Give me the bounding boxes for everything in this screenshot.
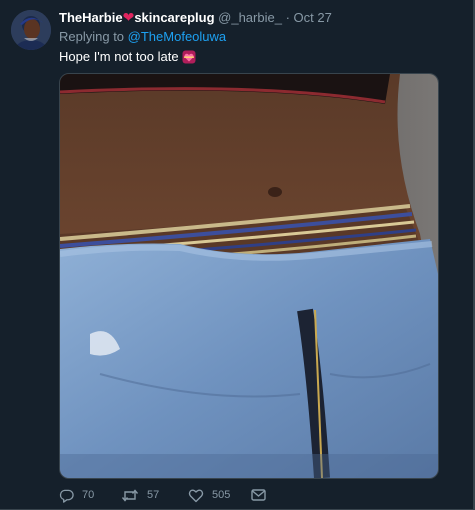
tweet-photo[interactable] <box>59 73 439 479</box>
tweet-header: TheHarbie❤skincareplug @_harbie_ · Oct 2… <box>59 9 332 26</box>
display-name-part-2: skincareplug <box>134 10 215 25</box>
display-name-part-1: TheHarbie <box>59 10 123 25</box>
heart-ribbon-emoji-icon <box>182 50 196 68</box>
handle[interactable]: @_harbie_ <box>218 10 282 25</box>
like-count: 505 <box>212 489 231 501</box>
tweet-text-body: Hope I'm not too late <box>59 49 179 64</box>
replying-to: Replying to @TheMofeoluwa <box>59 29 226 45</box>
retweet-icon <box>121 488 139 502</box>
reply-count: 70 <box>82 489 95 501</box>
retweet-count: 57 <box>147 489 160 501</box>
tweet-date[interactable]: Oct 27 <box>294 10 332 25</box>
avatar[interactable] <box>11 10 51 50</box>
reply-bubble-icon <box>59 489 74 503</box>
direct-message-button[interactable] <box>251 486 266 504</box>
separator-dot: · <box>285 10 290 25</box>
replying-to-mention[interactable]: @TheMofeoluwa <box>128 29 226 44</box>
photo-image <box>60 74 438 478</box>
retweet-button[interactable]: 57 <box>121 486 159 504</box>
reply-button[interactable]: 70 <box>59 486 94 504</box>
like-button[interactable]: 505 <box>188 486 230 504</box>
tweet-text: Hope I'm not too late <box>59 49 196 68</box>
replying-to-label: Replying to <box>59 29 125 44</box>
avatar-image <box>11 10 51 50</box>
heart-outline-icon <box>188 489 204 502</box>
tweet-card[interactable]: TheHarbie❤skincareplug @_harbie_ · Oct 2… <box>0 0 475 510</box>
envelope-icon <box>251 489 266 501</box>
display-name[interactable]: TheHarbie❤skincareplug <box>59 9 215 25</box>
heart-emoji-icon: ❤ <box>122 9 135 25</box>
